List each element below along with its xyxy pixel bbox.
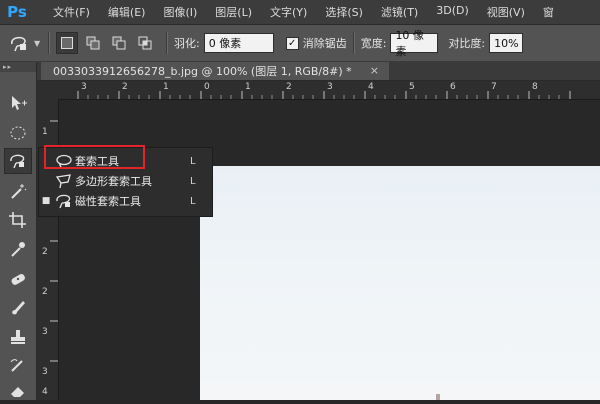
flyout-item-polygonal-lasso[interactable]: 多边形套索工具 L <box>39 171 212 191</box>
magic-wand-icon <box>11 184 27 199</box>
clone-stamp-tool[interactable] <box>4 324 32 350</box>
move-tool[interactable] <box>4 90 32 116</box>
polygonal-lasso-icon <box>53 172 75 190</box>
eraser-icon <box>11 387 24 397</box>
width-label: 宽度: <box>360 37 387 50</box>
magnetic-lasso-icon <box>10 154 25 169</box>
menu-type[interactable]: 文字(Y) <box>261 4 316 20</box>
ruler-label: 7 <box>491 82 497 92</box>
options-bar: ▼ 羽化: 0 像素 ✓ 消除锯齿 宽度: 10 像素 对比度: 10% <box>0 25 600 62</box>
document-tab[interactable]: 0033033912656278_b.jpg @ 100% (图层 1, RGB… <box>41 62 389 80</box>
chevron-down-icon[interactable]: ▼ <box>34 39 42 48</box>
add-selection-icon <box>86 36 100 50</box>
magnetic-lasso-icon <box>53 192 75 210</box>
ruler-label: 2 <box>286 82 292 92</box>
ruler-label: 4 <box>368 82 374 92</box>
subtract-selection-button[interactable] <box>108 32 130 54</box>
antialias-label: 消除锯齿 <box>302 37 347 50</box>
ruler-label: 1 <box>163 82 169 92</box>
ruler-label: 4 <box>42 387 48 397</box>
new-selection-icon <box>61 37 73 49</box>
menu-layer[interactable]: 图层(L) <box>206 4 261 20</box>
menu-image[interactable]: 图像(I) <box>154 4 206 20</box>
brush-tool[interactable] <box>4 294 32 320</box>
ruler-label: 3 <box>81 82 87 92</box>
document-title: 0033033912656278_b.jpg @ 100% (图层 1, RGB… <box>53 65 352 78</box>
marquee-tool[interactable] <box>4 120 32 146</box>
subtract-selection-icon <box>112 36 126 50</box>
ruler-label: 3 <box>327 82 333 92</box>
ruler-label: 0 <box>204 82 210 92</box>
healing-brush-tool[interactable] <box>4 266 32 292</box>
tool-preset-picker[interactable] <box>6 31 32 55</box>
ruler-label: 2 <box>42 247 48 257</box>
document-tab-bar: 0033033912656278_b.jpg @ 100% (图层 1, RGB… <box>37 62 600 81</box>
menu-select[interactable]: 选择(S) <box>316 4 372 20</box>
antialias-checkbox[interactable]: ✓ <box>285 36 299 50</box>
divider <box>352 32 355 54</box>
elliptical-marquee-icon <box>10 126 26 140</box>
brush-icon <box>12 301 25 315</box>
ruler-label: 1 <box>245 82 251 92</box>
highlight-box <box>44 145 145 169</box>
ruler-corner[interactable] <box>37 81 58 99</box>
menu-items: 文件(F) 编辑(E) 图像(I) 图层(L) 文字(Y) 选择(S) 滤镜(T… <box>44 4 563 20</box>
menu-3d[interactable]: 3D(D) <box>427 4 478 20</box>
ruler-label: 2 <box>42 287 48 297</box>
current-tool-marker: ■ <box>41 196 51 206</box>
eraser-tool[interactable] <box>4 378 32 404</box>
close-icon[interactable]: × <box>370 64 379 77</box>
menu-edit[interactable]: 编辑(E) <box>99 4 155 20</box>
eyedropper-tool[interactable] <box>4 236 32 262</box>
panel-grip-icon[interactable]: ▸▸ <box>0 62 36 72</box>
magnetic-lasso-icon <box>11 36 26 52</box>
photoshop-logo: Ps <box>7 3 27 21</box>
divider <box>48 32 50 54</box>
menu-bar: Ps 文件(F) 编辑(E) 图像(I) 图层(L) 文字(Y) 选择(S) 滤… <box>0 0 600 25</box>
menu-file[interactable]: 文件(F) <box>44 4 99 20</box>
width-input[interactable]: 10 像素 <box>390 29 439 58</box>
intersect-selection-icon <box>138 36 152 50</box>
eyedropper-icon <box>11 242 25 257</box>
add-selection-button[interactable] <box>82 32 104 54</box>
contrast-input[interactable]: 10% <box>489 33 524 53</box>
contrast-label: 对比度: <box>448 37 486 50</box>
history-brush-icon <box>10 359 23 372</box>
flyout-item-magnetic-lasso[interactable]: ■ 磁性套索工具 L <box>39 191 212 211</box>
flyout-label: 多边形套索工具 <box>75 175 152 188</box>
ruler-label: 3 <box>42 327 48 337</box>
divider <box>166 32 168 54</box>
ruler-label: 2 <box>122 82 128 92</box>
menu-filter[interactable]: 滤镜(T) <box>372 4 427 20</box>
horizontal-ruler: 3 2 1 0 1 2 3 4 5 6 7 8 <box>58 81 600 100</box>
shortcut-key: L <box>190 195 196 207</box>
new-selection-button[interactable] <box>56 32 78 54</box>
ruler-label: 8 <box>532 82 538 92</box>
ruler-label: 3 <box>42 367 48 377</box>
image-detail <box>436 394 440 400</box>
document-image[interactable] <box>200 166 600 400</box>
feather-label: 羽化: <box>174 37 200 50</box>
ruler-label: 5 <box>409 82 415 92</box>
crop-icon <box>9 212 26 228</box>
stamp-icon <box>11 330 25 344</box>
intersect-selection-button[interactable] <box>134 32 156 54</box>
shortcut-key: L <box>190 175 196 187</box>
ruler-label: 1 <box>42 127 48 137</box>
crop-tool[interactable] <box>4 207 32 233</box>
magic-wand-tool[interactable] <box>4 178 32 204</box>
bandage-icon <box>11 274 25 285</box>
ruler-label: 6 <box>450 82 456 92</box>
shortcut-key: L <box>190 155 196 167</box>
move-icon <box>12 96 27 110</box>
tools-panel: ▸▸ <box>0 62 37 400</box>
history-brush-tool[interactable] <box>4 352 32 378</box>
menu-window[interactable]: 窗 <box>534 4 563 20</box>
feather-input[interactable]: 0 像素 <box>203 33 274 53</box>
flyout-label: 磁性套索工具 <box>75 195 141 208</box>
menu-view[interactable]: 视图(V) <box>478 4 534 20</box>
lasso-tool[interactable] <box>4 148 32 174</box>
